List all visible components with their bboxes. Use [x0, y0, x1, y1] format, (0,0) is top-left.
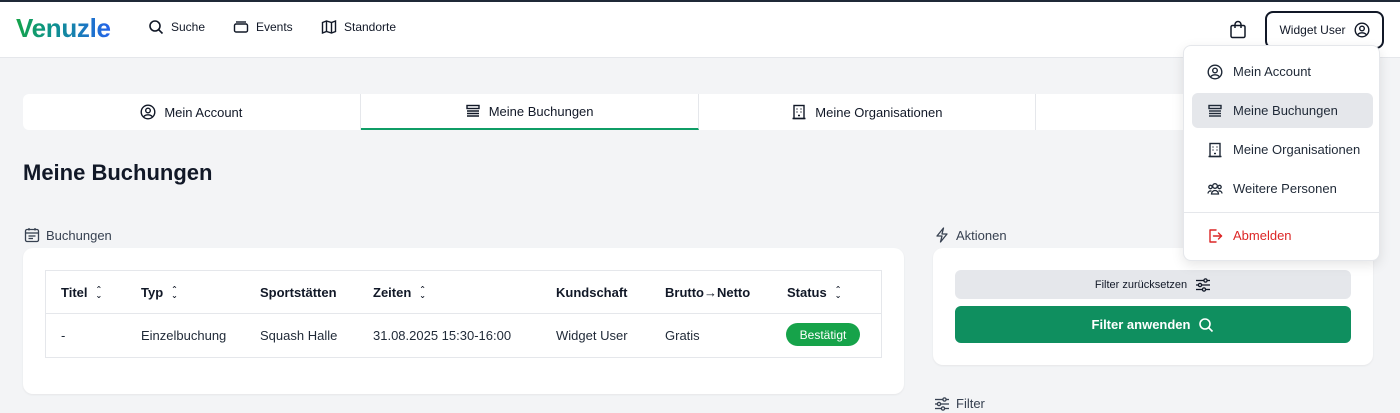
column-header-sportstaetten: Sportstätten — [260, 285, 337, 300]
dropdown-divider — [1184, 212, 1379, 213]
column-header-zeiten[interactable]: Zeiten ⌃ ⌄ — [373, 285, 426, 300]
dropdown-item-label: Weitere Personen — [1233, 181, 1337, 196]
cell-sportstaetten: Squash Halle — [260, 328, 338, 343]
nav-link-label: Events — [256, 20, 293, 34]
section-label-text: Buchungen — [46, 227, 112, 243]
calendar-icon — [24, 227, 40, 243]
sliders-icon — [1195, 277, 1211, 292]
nav-link-suche[interactable]: Suche — [148, 19, 205, 35]
column-header-typ[interactable]: Typ ⌃ ⌄ — [141, 285, 178, 300]
account-tabs: Mein Account Meine Buchungen Meine Organ… — [23, 94, 1373, 130]
logout-icon — [1207, 228, 1223, 244]
apply-filter-button[interactable]: Filter anwenden — [955, 306, 1351, 343]
column-header-label: Sportstätten — [260, 285, 337, 300]
button-label: Filter anwenden — [1091, 317, 1191, 332]
column-header-label: Brutto→Netto — [665, 285, 751, 300]
table-divider — [46, 313, 881, 314]
user-circle-icon — [140, 104, 156, 120]
reset-filter-button[interactable]: Filter zurücksetzen — [955, 270, 1351, 299]
lightning-icon — [934, 227, 950, 243]
building-icon — [1207, 142, 1223, 158]
dropdown-item-label: Meine Organisationen — [1233, 142, 1361, 157]
cell-preis: Gratis — [665, 328, 700, 343]
dropdown-item-label: Meine Buchungen — [1233, 103, 1338, 118]
cell-zeiten: 31.08.2025 15:30-16:00 — [373, 328, 512, 343]
dropdown-item-label: Abmelden — [1233, 228, 1292, 243]
user-menu-label: Widget User — [1279, 23, 1346, 37]
map-icon — [321, 19, 337, 35]
bookings-table: Titel ⌃ ⌄ Typ ⌃ ⌄ Sportstätten Zeiten ⌃ ⌄ K… — [45, 270, 882, 358]
column-header-status[interactable]: Status ⌃ ⌄ — [787, 285, 841, 300]
filter-section-label: Filter — [934, 396, 985, 411]
sort-icon[interactable]: ⌃ ⌄ — [171, 285, 178, 299]
status-badge: Bestätigt — [786, 323, 860, 346]
button-label: Filter zurücksetzen — [1094, 278, 1188, 291]
user-circle-icon — [1354, 22, 1370, 38]
building-icon — [791, 104, 807, 120]
user-circle-icon — [1207, 63, 1223, 80]
nav-link-events[interactable]: Events — [233, 19, 293, 35]
dropdown-item-mein-account[interactable]: Mein Account — [1192, 54, 1373, 89]
shopping-bag-icon[interactable] — [1229, 20, 1247, 39]
tab-mein-account[interactable]: Mein Account — [23, 94, 361, 130]
column-header-brutto-netto: Brutto→Netto — [665, 285, 750, 300]
sort-icon[interactable]: ⌃ ⌄ — [419, 285, 426, 299]
search-icon — [1198, 317, 1214, 333]
search-icon — [148, 19, 164, 35]
dropdown-item-weitere-personen[interactable]: Weitere Personen — [1192, 171, 1373, 206]
venuzle-logo[interactable]: Venuzle — [16, 12, 111, 44]
ticket-icon — [233, 19, 249, 35]
list-icon — [465, 103, 481, 119]
actions-section-label: Aktionen — [934, 227, 1007, 243]
cell-titel: - — [61, 328, 66, 343]
column-header-kundschaft: Kundschaft — [556, 285, 628, 300]
page-title: Meine Buchungen — [23, 160, 213, 185]
tab-label: Mein Account — [164, 104, 243, 120]
nav-link-label: Standorte — [344, 20, 397, 34]
sort-icon[interactable]: ⌃ ⌄ — [835, 285, 842, 299]
column-header-label: Kundschaft — [556, 285, 628, 300]
section-label-text: Filter — [956, 396, 985, 411]
tab-label: Meine Buchungen — [488, 103, 594, 119]
nav-link-standorte[interactable]: Standorte — [321, 19, 396, 35]
column-header-titel[interactable]: Titel ⌃ ⌄ — [61, 285, 102, 300]
tab-meine-organisationen[interactable]: Meine Organisationen — [699, 94, 1037, 130]
user-dropdown-menu: Mein Account Meine Buchungen Meine Organ… — [1183, 45, 1380, 261]
cell-typ: Einzelbuchung — [141, 328, 227, 343]
column-header-label: Status — [787, 285, 827, 300]
section-label-text: Aktionen — [956, 227, 1007, 243]
user-menu-button[interactable]: Widget User — [1265, 11, 1384, 49]
dropdown-item-meine-organisationen[interactable]: Meine Organisationen — [1192, 132, 1373, 167]
column-header-label: Typ — [141, 285, 164, 300]
logout-button[interactable]: Abmelden — [1192, 218, 1373, 253]
nav-link-label: Suche — [171, 20, 206, 34]
column-header-label: Zeiten — [373, 285, 412, 300]
users-icon — [1207, 181, 1223, 197]
cell-kundschaft: Widget User — [556, 328, 628, 343]
bookings-section-label: Buchungen — [24, 227, 112, 243]
dropdown-item-meine-buchungen[interactable]: Meine Buchungen — [1192, 93, 1373, 128]
actions-card: Filter zurücksetzen Filter anwenden — [933, 248, 1373, 365]
tab-meine-buchungen[interactable]: Meine Buchungen — [360, 94, 699, 130]
tab-label: Meine Organisationen — [815, 104, 943, 120]
column-header-label: Titel — [61, 285, 88, 300]
sliders-icon — [934, 396, 950, 411]
list-icon — [1207, 103, 1223, 119]
dropdown-item-label: Mein Account — [1233, 64, 1312, 79]
bookings-card: Titel ⌃ ⌄ Typ ⌃ ⌄ Sportstätten Zeiten ⌃ ⌄ K… — [23, 248, 904, 394]
sort-icon[interactable]: ⌃ ⌄ — [96, 285, 103, 299]
